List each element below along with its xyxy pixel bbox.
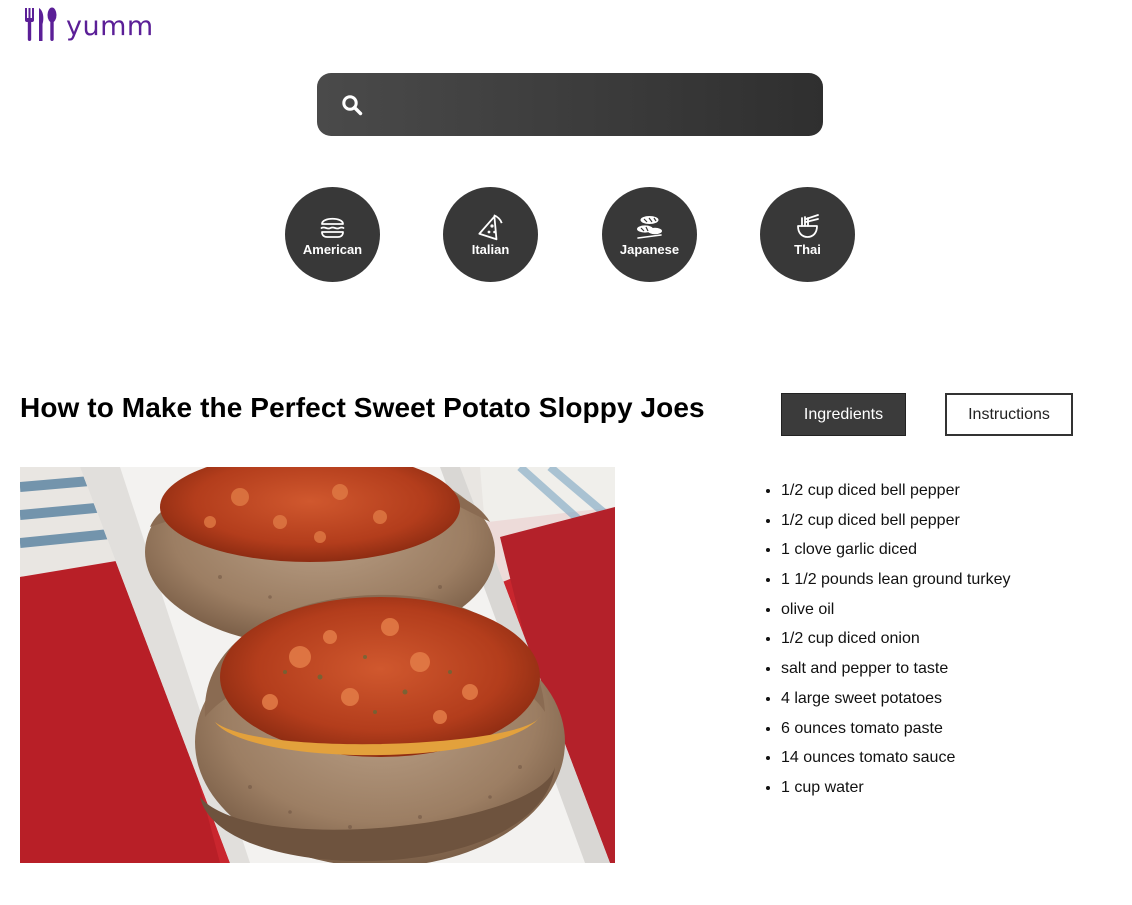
burger-icon [320,217,345,238]
ingredients-list: 1/2 cup diced bell pepper 1/2 cup diced … [761,480,1011,807]
tab-ingredients[interactable]: Ingredients [781,393,906,436]
site-logo[interactable]: yumm [22,6,154,42]
ingredient-item: 1 1/2 pounds lean ground turkey [781,569,1011,599]
ingredient-item: 1/2 cup diced bell pepper [781,480,1011,510]
recipe-title: How to Make the Perfect Sweet Potato Slo… [20,392,705,423]
cuisine-japanese-button[interactable]: Japanese [602,187,697,282]
ingredient-item: 14 ounces tomato sauce [781,747,1011,777]
ingredient-item: salt and pepper to taste [781,658,1011,688]
search-bar[interactable] [317,73,823,136]
cuisine-label: Japanese [619,242,680,257]
cuisine-label: Thai [794,242,821,257]
ingredient-item: 6 ounces tomato paste [781,718,1011,748]
sushi-icon [637,216,662,239]
ingredient-item: 4 large sweet potatoes [781,688,1011,718]
pizza-slice-icon [478,214,503,241]
noodle-bowl-icon [797,214,819,238]
cuisine-american-button[interactable]: American [285,187,380,282]
fork-knife-spoon-icon [25,7,57,41]
search-input[interactable] [377,85,801,125]
ingredient-item: 1 cup water [781,777,1011,807]
cuisine-thai-button[interactable]: Thai [760,187,855,282]
tab-instructions[interactable]: Instructions [945,393,1073,436]
ingredient-item: olive oil [781,599,1011,629]
cuisine-italian-button[interactable]: Italian [443,187,538,282]
ingredient-item: 1 clove garlic diced [781,539,1011,569]
ingredient-item: 1/2 cup diced bell pepper [781,510,1011,540]
cuisine-label: Italian [471,242,510,257]
recipe-image [20,467,615,863]
ingredient-item: 1/2 cup diced onion [781,628,1011,658]
search-icon[interactable] [341,94,363,116]
brand-name: yumm [66,11,154,42]
cuisine-label: American [302,242,363,257]
